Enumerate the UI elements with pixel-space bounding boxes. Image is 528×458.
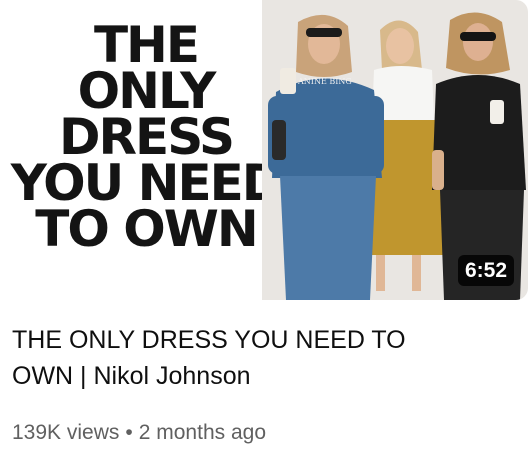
meta-separator: • <box>125 421 133 444</box>
video-thumbnail[interactable]: THE ONLY DRESS YOU NEED TO OWN ANINE BIN… <box>0 0 528 300</box>
view-count: 139K views <box>12 421 120 444</box>
thumbnail-headline: THE ONLY DRESS YOU NEED TO OWN <box>6 20 286 258</box>
headline-line: TO OWN <box>35 200 259 258</box>
upload-age: 2 months ago <box>138 421 267 444</box>
video-metadata: 139K views • 2 months ago <box>12 421 266 445</box>
sweatshirt-text: ANINE BING <box>297 77 352 86</box>
video-duration-badge: 6:52 <box>457 255 514 286</box>
video-title[interactable]: THE ONLY DRESS YOU NEED TO OWN | Nikol J… <box>12 322 432 394</box>
video-card[interactable]: THE ONLY DRESS YOU NEED TO OWN ANINE BIN… <box>0 0 528 458</box>
